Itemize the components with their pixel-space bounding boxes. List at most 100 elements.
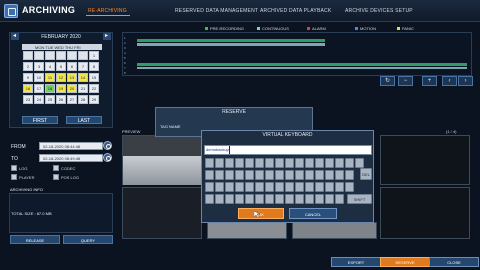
calendar-day[interactable]: 29 xyxy=(89,95,99,104)
export-button[interactable]: EXPORT xyxy=(331,257,381,267)
reserve-button[interactable]: RESERVE xyxy=(380,257,430,267)
keyboard-key[interactable] xyxy=(265,182,274,192)
keyboard-key[interactable] xyxy=(325,182,334,192)
shift-key[interactable]: SHIFT xyxy=(347,194,372,204)
refresh-icon[interactable]: ↻ xyxy=(380,76,395,86)
keyboard-key[interactable] xyxy=(295,158,304,168)
keyboard-key[interactable] xyxy=(275,194,284,204)
calendar-day[interactable]: 15 xyxy=(89,73,99,82)
ok-button[interactable]: OK xyxy=(238,208,284,219)
calendar-day[interactable]: 21 xyxy=(78,84,88,93)
keyboard-key[interactable] xyxy=(245,170,254,180)
calendar-day[interactable]: 24 xyxy=(34,95,44,104)
keyboard-key[interactable] xyxy=(225,194,234,204)
calendar-day[interactable]: 20 xyxy=(67,84,77,93)
preview-tile[interactable] xyxy=(207,222,287,239)
calendar-day[interactable]: 2 xyxy=(23,62,33,71)
calendar-day[interactable]: 9 xyxy=(23,73,33,82)
keyboard-key[interactable] xyxy=(215,194,224,204)
keyboard-key[interactable] xyxy=(345,158,354,168)
keyboard-key[interactable] xyxy=(215,170,224,180)
preview-tile[interactable] xyxy=(380,187,470,239)
tab-archive-devices-setup[interactable]: ARCHIVE DEVICES SETUP xyxy=(345,8,413,14)
keyboard-key[interactable] xyxy=(245,158,254,168)
calendar-day[interactable]: 3 xyxy=(34,62,44,71)
calendar-day[interactable]: 14 xyxy=(78,73,88,82)
keyboard-key[interactable] xyxy=(205,158,214,168)
keyboard-key[interactable] xyxy=(255,170,264,180)
calendar-day[interactable]: 1 xyxy=(89,51,99,60)
calendar-day[interactable]: 13 xyxy=(67,73,77,82)
scroll-right-icon[interactable]: › xyxy=(458,76,473,86)
to-field[interactable]: 02-18-2020 08:49:48 xyxy=(39,154,103,162)
keyboard-key[interactable] xyxy=(245,194,254,204)
keyboard-key[interactable] xyxy=(355,158,364,168)
calendar-day[interactable]: 18 xyxy=(45,84,55,93)
keyboard-key[interactable] xyxy=(265,170,274,180)
calendar-day[interactable]: 10 xyxy=(34,73,44,82)
scroll-left-icon[interactable]: ‹ xyxy=(442,76,457,86)
keyboard-key[interactable] xyxy=(335,158,344,168)
keyboard-key[interactable] xyxy=(325,194,334,204)
pos-log-checkbox[interactable] xyxy=(53,174,59,180)
tab-reserved-data-management[interactable]: RESERVED DATA MANAGEMENT xyxy=(175,8,258,14)
keyboard-key[interactable] xyxy=(265,194,274,204)
keyboard-key[interactable] xyxy=(325,170,334,180)
zoom-in-icon[interactable]: + xyxy=(422,76,437,86)
from-field[interactable]: 02-18-2020 08:44:48 xyxy=(39,142,103,150)
calendar-day[interactable]: 12 xyxy=(56,73,66,82)
calendar-day[interactable]: 26 xyxy=(56,95,66,104)
keyboard-key[interactable] xyxy=(215,182,224,192)
player-checkbox[interactable] xyxy=(11,174,17,180)
keyboard-key[interactable] xyxy=(345,182,354,192)
keyboard-key[interactable] xyxy=(305,170,314,180)
keyboard-key[interactable] xyxy=(335,182,344,192)
keyboard-key[interactable] xyxy=(295,194,304,204)
calendar-day[interactable]: 5 xyxy=(56,62,66,71)
calendar-last-button[interactable]: LAST xyxy=(66,116,102,124)
calendar-day[interactable]: 27 xyxy=(67,95,77,104)
calendar-day[interactable]: 17 xyxy=(34,84,44,93)
keyboard-key[interactable] xyxy=(275,170,284,180)
keyboard-key[interactable] xyxy=(345,170,354,180)
keyboard-key[interactable] xyxy=(225,170,234,180)
preview-tile[interactable] xyxy=(122,135,203,185)
calendar-first-button[interactable]: FIRST xyxy=(22,116,58,124)
keyboard-key[interactable] xyxy=(285,182,294,192)
keyboard-key[interactable] xyxy=(325,158,334,168)
calendar-day[interactable]: 4 xyxy=(45,62,55,71)
keyboard-key[interactable] xyxy=(215,158,224,168)
keyboard-key[interactable] xyxy=(225,182,234,192)
keyboard-key[interactable] xyxy=(225,158,234,168)
keyboard-key[interactable] xyxy=(335,194,344,204)
keyboard-key[interactable] xyxy=(205,194,214,204)
calendar-day[interactable]: 22 xyxy=(89,84,99,93)
keyboard-key[interactable] xyxy=(255,182,264,192)
calendar-day[interactable]: 11 xyxy=(45,73,55,82)
keyboard-key[interactable] xyxy=(235,194,244,204)
log-checkbox[interactable] xyxy=(11,165,17,171)
keyboard-key[interactable] xyxy=(305,158,314,168)
keyboard-key[interactable] xyxy=(265,158,274,168)
codec-checkbox[interactable] xyxy=(53,165,59,171)
keyboard-key[interactable] xyxy=(315,158,324,168)
keyboard-key[interactable] xyxy=(235,182,244,192)
next-month-button[interactable] xyxy=(103,32,111,40)
zoom-out-icon[interactable]: − xyxy=(398,76,413,86)
keyboard-key[interactable] xyxy=(205,170,214,180)
keyboard-key[interactable] xyxy=(285,194,294,204)
keyboard-key[interactable] xyxy=(275,158,284,168)
prev-month-button[interactable] xyxy=(11,32,19,40)
keyboard-key[interactable] xyxy=(335,170,344,180)
calendar-day[interactable]: 6 xyxy=(67,62,77,71)
keyboard-key[interactable] xyxy=(305,194,314,204)
keyboard-key[interactable] xyxy=(315,194,324,204)
keyboard-key[interactable] xyxy=(255,194,264,204)
cancel-button[interactable]: CANCEL xyxy=(289,208,337,219)
calendar-day[interactable]: 19 xyxy=(56,84,66,93)
preview-tile[interactable] xyxy=(122,187,202,239)
keyboard-key[interactable] xyxy=(315,182,324,192)
calendar-day[interactable]: 23 xyxy=(23,95,33,104)
keyboard-key[interactable] xyxy=(275,182,284,192)
keyboard-key[interactable] xyxy=(315,170,324,180)
